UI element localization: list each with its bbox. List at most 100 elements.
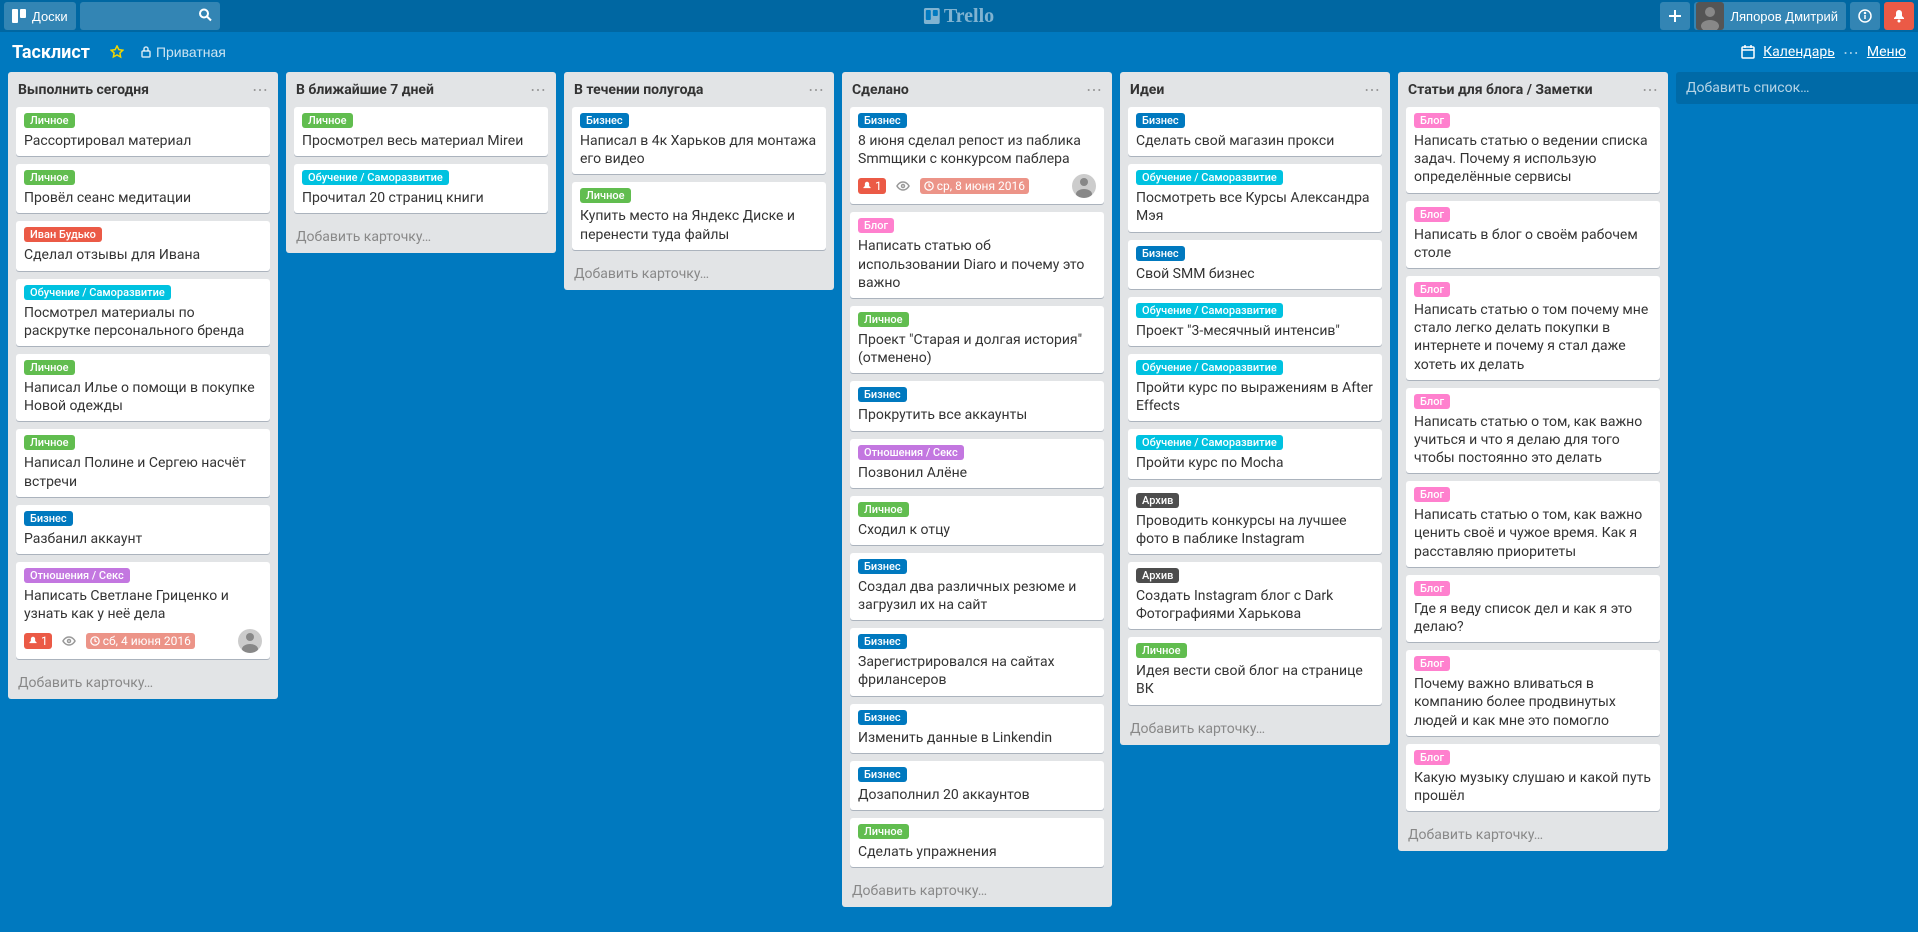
- card[interactable]: ЛичноеИдея вести свой блог на странице В…: [1128, 637, 1382, 704]
- card[interactable]: БизнесРазбанил аккаунт: [16, 505, 270, 554]
- card-text: Написать статью об использовании Diaro и…: [858, 237, 1096, 292]
- list-menu-icon[interactable]: ⋯: [1364, 80, 1380, 99]
- card[interactable]: Обучение / СаморазвитиеПроект "3-месячны…: [1128, 297, 1382, 346]
- card-labels: Обучение / Саморазвитие: [1136, 170, 1374, 185]
- list-menu-icon[interactable]: ⋯: [1642, 80, 1658, 99]
- card[interactable]: БлогПочему важно вливаться в компанию бо…: [1406, 650, 1660, 736]
- label: Блог: [858, 218, 894, 233]
- star-button[interactable]: [102, 41, 132, 63]
- list-title[interactable]: В течении полугода: [574, 82, 703, 98]
- trello-logo[interactable]: Trello: [924, 5, 994, 28]
- card[interactable]: АрхивПроводить конкурсы на лучшее фото в…: [1128, 487, 1382, 554]
- card-labels: Обучение / Саморазвитие: [1136, 435, 1374, 450]
- list-menu-icon[interactable]: ⋯: [808, 80, 824, 99]
- card-labels: Блог: [1414, 656, 1652, 671]
- card[interactable]: ЛичноеСделать упражнения: [850, 818, 1104, 867]
- card[interactable]: БлогНаписать в блог о своём рабочем стол…: [1406, 201, 1660, 268]
- card[interactable]: БизнесДозаполнил 20 аккаунтов: [850, 761, 1104, 810]
- list-menu-icon[interactable]: ⋯: [252, 80, 268, 99]
- card[interactable]: Отношения / СексНаписать Светлане Грицен…: [16, 562, 270, 659]
- privacy-button[interactable]: Приватная: [132, 40, 234, 64]
- menu-link[interactable]: Меню: [1867, 44, 1906, 60]
- boards-button[interactable]: Доски: [4, 2, 76, 30]
- card-labels: Отношения / Секс: [858, 445, 1096, 460]
- card-text: Написать статью о том, как важно ценить …: [1414, 506, 1652, 561]
- user-menu[interactable]: Ляпоров Дмитрий: [1694, 2, 1846, 30]
- list: В течении полугода ⋯ БизнесНаписал в 4к Ха…: [564, 72, 834, 290]
- list-title[interactable]: Статьи для блога / Заметки: [1408, 82, 1593, 98]
- add-card-button[interactable]: Добавить карточку…: [564, 258, 834, 290]
- list-title[interactable]: В ближайшие 7 дней: [296, 82, 434, 98]
- card[interactable]: БизнесИзменить данные в Linkendin: [850, 704, 1104, 753]
- card-labels: Личное: [858, 502, 1096, 517]
- card[interactable]: ЛичноеПроект "Старая и долгая история" (…: [850, 306, 1104, 373]
- card[interactable]: Иван БудькоСделал отзывы для Ивана: [16, 221, 270, 270]
- due-badge: сб, 4 июня 2016: [86, 633, 195, 649]
- card-labels: Личное: [24, 360, 262, 375]
- list-title[interactable]: Выполнить сегодня: [18, 82, 149, 98]
- card[interactable]: ЛичноеПровёл сеанс медитации: [16, 164, 270, 213]
- card-labels: Иван Будько: [24, 227, 262, 242]
- label: Архив: [1136, 493, 1179, 508]
- member-avatar[interactable]: [1072, 174, 1096, 198]
- board-name[interactable]: Тасклист: [12, 42, 90, 63]
- card[interactable]: БизнесСделать свой магазин прокси: [1128, 107, 1382, 156]
- card[interactable]: БизнесСоздал два различных резюме и загр…: [850, 553, 1104, 620]
- card[interactable]: БизнесНаписал в 4к Харьков для монтажа е…: [572, 107, 826, 174]
- label: Обучение / Саморазвитие: [1136, 303, 1283, 318]
- card[interactable]: Отношения / СексПозвонил Алёне: [850, 439, 1104, 488]
- card-text: Рассортировал материал: [24, 132, 262, 150]
- card[interactable]: Бизнес8 июня сделал репост из паблика Sm…: [850, 107, 1104, 204]
- card[interactable]: БизнесЗарегистрировался на сайтах фрилан…: [850, 628, 1104, 695]
- add-card-button[interactable]: Добавить карточку…: [8, 667, 278, 699]
- notifications-button[interactable]: [1884, 2, 1914, 30]
- card[interactable]: Блог Написать статью об использовании Dia…: [850, 212, 1104, 298]
- card[interactable]: БизнесПрокрутить все аккаунты: [850, 381, 1104, 430]
- label: Бизнес: [24, 511, 73, 526]
- card-labels: Личное: [24, 435, 262, 450]
- list-title[interactable]: Сделано: [852, 82, 909, 98]
- card[interactable]: Обучение / СаморазвитиеПосмотрел материа…: [16, 279, 270, 346]
- member-avatar[interactable]: [238, 629, 262, 653]
- add-list-button[interactable]: Добавить список…: [1676, 72, 1918, 104]
- label: Личное: [858, 502, 909, 517]
- card[interactable]: БлогКакую музыку слушаю и какой путь про…: [1406, 744, 1660, 811]
- card[interactable]: ЛичноеПросмотрел весь материал Mirеи: [294, 107, 548, 156]
- label: Блог: [1414, 282, 1450, 297]
- card[interactable]: Обучение / СаморазвитиеПройти курс по Mo…: [1128, 429, 1382, 478]
- add-card-button[interactable]: Добавить карточку…: [1398, 819, 1668, 851]
- list-menu-icon[interactable]: ⋯: [1086, 80, 1102, 99]
- card[interactable]: ЛичноеНаписал Илье о помощи в покупке Но…: [16, 354, 270, 421]
- label: Бизнес: [1136, 113, 1185, 128]
- card[interactable]: АрхивСоздать Instagram блог с Dark Фотог…: [1128, 562, 1382, 629]
- add-card-button[interactable]: Добавить карточку…: [1120, 713, 1390, 745]
- info-button[interactable]: [1850, 2, 1880, 30]
- card[interactable]: ЛичноеСходил к отцу: [850, 496, 1104, 545]
- card[interactable]: Обучение / СаморазвитиеПосмотреть все Ку…: [1128, 164, 1382, 231]
- card-badges: 1 ср, 8 июня 2016: [858, 174, 1096, 198]
- list-title[interactable]: Идеи: [1130, 82, 1164, 98]
- card-text: Прочитал 20 страниц книги: [302, 189, 540, 207]
- due-badge: ср, 8 июня 2016: [920, 178, 1029, 194]
- label: Бизнес: [858, 767, 907, 782]
- card-labels: Бизнес: [858, 113, 1096, 128]
- add-card-button[interactable]: Добавить карточку…: [286, 221, 556, 253]
- add-card-button[interactable]: Добавить карточку…: [842, 875, 1112, 907]
- star-icon: [110, 45, 124, 59]
- card[interactable]: БлогНаписать статью о том, как важно учи…: [1406, 388, 1660, 474]
- add-button[interactable]: [1660, 2, 1690, 30]
- card[interactable]: БизнесСвой SMM бизнес: [1128, 240, 1382, 289]
- card[interactable]: БлогГде я веду список дел и как я это де…: [1406, 575, 1660, 642]
- card[interactable]: БлогНаписать статью о ведении списка зад…: [1406, 107, 1660, 193]
- card[interactable]: Обучение / СаморазвитиеПройти курс по вы…: [1128, 354, 1382, 421]
- card[interactable]: ЛичноеРассортировал материал: [16, 107, 270, 156]
- card[interactable]: БлогНаписать статью о том, как важно цен…: [1406, 481, 1660, 567]
- card[interactable]: ЛичноеКупить место на Яндекс Диске и пер…: [572, 182, 826, 249]
- card[interactable]: ЛичноеНаписал Полине и Сергею насчёт вст…: [16, 429, 270, 496]
- card[interactable]: БлогНаписать статью о том почему мне ста…: [1406, 276, 1660, 380]
- list-menu-icon[interactable]: ⋯: [530, 80, 546, 99]
- card-text: Провёл сеанс медитации: [24, 189, 262, 207]
- list-header: В ближайшие 7 дней ⋯: [286, 72, 556, 107]
- calendar-link[interactable]: Календарь: [1763, 44, 1835, 60]
- card[interactable]: Обучение / СаморазвитиеПрочитал 20 стран…: [294, 164, 548, 213]
